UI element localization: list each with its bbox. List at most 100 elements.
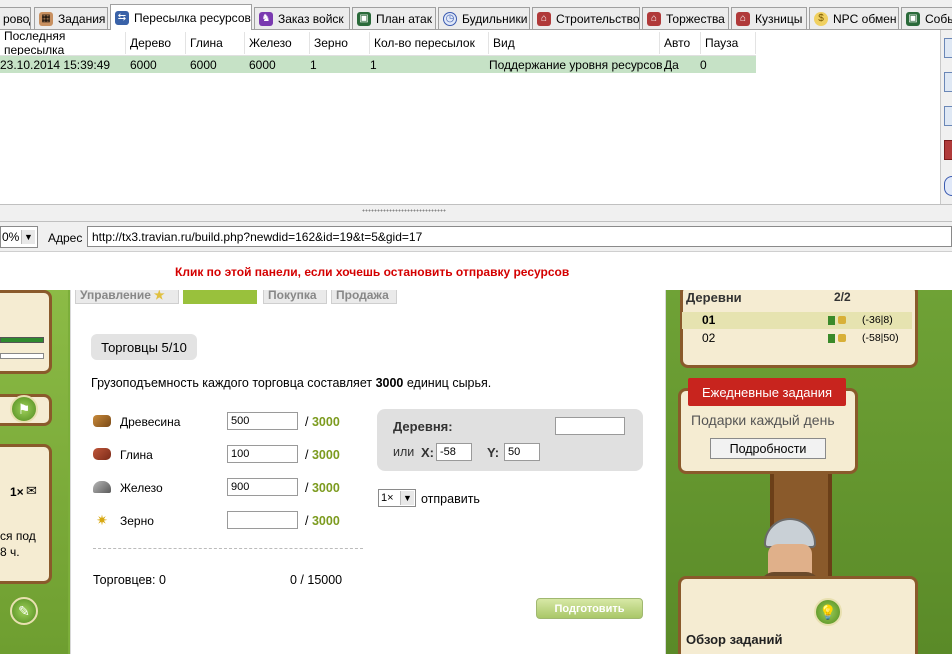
address-label: Адрес (48, 231, 83, 245)
village-name: 02 (702, 331, 716, 345)
iron-icon (93, 481, 111, 493)
cell-clay: 6000 (190, 57, 217, 72)
column-header-iron[interactable]: Железо (245, 32, 310, 54)
left-text-line2: 8 ч. (0, 545, 20, 559)
cell-auto: Да (664, 57, 679, 72)
panel-icon[interactable] (944, 106, 952, 126)
tab-route[interactable]: ровод (0, 7, 31, 29)
daily-tasks-ribbon[interactable]: Ежедневные задания (688, 378, 846, 406)
building-icon[interactable] (944, 140, 952, 160)
quests-overview-title[interactable]: Обзор заданий (686, 632, 782, 647)
tab-management[interactable]: Управление ★ (75, 290, 179, 304)
flag-icon (828, 316, 835, 325)
times-value: 1× (381, 492, 394, 504)
message-badge: 1× (10, 485, 24, 499)
traders-count: Торговцев: 0 (93, 573, 166, 587)
capacity-prefix: Грузоподъемность каждого торговца состав… (91, 376, 376, 390)
tab-label: ровод (3, 11, 30, 26)
cell-type: Поддержание уровня ресурсов (489, 57, 663, 72)
cell-pause: 0 (700, 57, 707, 72)
star-icon: ★ (153, 290, 165, 302)
tab-send-resources[interactable] (183, 290, 257, 304)
tab-smithies[interactable]: ⌂ Кузницы (731, 7, 807, 29)
max-value: 3000 (311, 481, 340, 495)
tab-buy[interactable]: Покупка (263, 290, 327, 304)
crop-icon: ✷ (96, 512, 108, 528)
max-value: 3000 (311, 415, 340, 429)
divider (93, 548, 363, 549)
crop-max[interactable]: / 3000 (305, 514, 340, 528)
clay-amount-input[interactable] (227, 445, 298, 463)
crown-icon (838, 334, 846, 342)
tab-label: План атак (376, 11, 432, 26)
flag-icon[interactable]: ⚑ (10, 395, 38, 423)
celebration-icon: ⌂ (647, 11, 661, 26)
x-label: X: (421, 445, 434, 460)
flag-icon (828, 334, 835, 343)
tab-celebrations[interactable]: ⌂ Торжества (642, 7, 729, 29)
village-name-input[interactable] (555, 417, 625, 435)
village-coords: (-58|50) (862, 332, 899, 344)
column-header-clay[interactable]: Глина (186, 32, 245, 54)
splitter[interactable] (0, 204, 952, 222)
column-header-auto[interactable]: Авто (660, 32, 701, 54)
wood-max[interactable]: / 3000 (305, 415, 340, 429)
send-label: отправить (421, 492, 480, 506)
details-button[interactable]: Подробности (710, 438, 826, 459)
splitter-grip[interactable] (362, 209, 446, 212)
left-panel-messages: 1× ✉ ся под 8 ч. (0, 444, 52, 584)
panel-icon[interactable] (944, 72, 952, 92)
tab-label: Будильники (462, 11, 528, 26)
chevron-down-icon[interactable]: ▼ (21, 230, 35, 244)
column-header-wood[interactable]: Дерево (126, 32, 186, 54)
tab-label: Задания (58, 11, 106, 26)
crop-amount-input[interactable] (227, 511, 298, 529)
tab-npc-exchange[interactable]: $ NPC обмен (809, 7, 899, 29)
send-times-select[interactable]: 1× ▼ (378, 489, 416, 507)
gear-icon[interactable] (944, 176, 952, 196)
village-item-02[interactable]: 02 (-58|50) (682, 330, 912, 347)
y-label: Y: (487, 445, 500, 460)
column-header-last-transfer[interactable]: Последняя пересылка (0, 29, 126, 57)
chevron-down-icon[interactable]: ▼ (400, 491, 414, 505)
panel-icon[interactable] (944, 38, 952, 58)
capacity-value: 3000 (375, 376, 404, 390)
clay-icon (93, 448, 111, 460)
x-coordinate-input[interactable] (436, 443, 472, 461)
prepare-button[interactable]: Подготовить (536, 598, 643, 619)
tab-alarms[interactable]: ◷ Будильники (438, 7, 530, 29)
y-coordinate-input[interactable] (504, 443, 540, 461)
pencil-icon[interactable]: ✎ (10, 597, 38, 625)
clay-max[interactable]: / 3000 (305, 448, 340, 462)
zoom-select[interactable]: 0% ▼ (0, 226, 38, 248)
tab-construction[interactable]: ⌂ Строительство (532, 7, 640, 29)
tab-sell[interactable]: Продажа (331, 290, 397, 304)
smithy-icon: ⌂ (736, 11, 750, 26)
stop-transfer-panel[interactable]: Клик по этой панели, если хочешь останов… (0, 252, 952, 290)
wood-icon (93, 415, 111, 427)
resource-name: Зерно (120, 514, 154, 528)
address-input[interactable] (87, 226, 952, 247)
column-header-transfer-count[interactable]: Кол-во пересылок (370, 32, 489, 54)
column-header-type[interactable]: Вид (489, 32, 660, 54)
progress-bar (0, 337, 44, 343)
village-item-01[interactable]: 01 (-36|8) (682, 312, 912, 329)
tab-resource-transfer[interactable]: ⇆ Пересылка ресурсов (110, 4, 252, 30)
iron-amount-input[interactable] (227, 478, 298, 496)
tab-events[interactable]: ▣ Собы (901, 7, 952, 29)
wood-amount-input[interactable] (227, 412, 298, 430)
marketplace-content: Управление ★ Покупка Продажа Торговцы 5/… (70, 290, 666, 654)
tab-troop-order[interactable]: ♞ Заказ войск (254, 7, 350, 29)
column-header-crop[interactable]: Зерно (310, 32, 370, 54)
cell-transfer-count: 1 (370, 57, 377, 72)
iron-max[interactable]: / 3000 (305, 481, 340, 495)
lightbulb-icon[interactable]: 💡 (814, 598, 842, 626)
tab-tasks[interactable]: ▦ Задания (34, 7, 108, 29)
resource-name: Глина (120, 448, 153, 462)
tab-label: Заказ войск (278, 11, 344, 26)
envelope-icon[interactable]: ✉ (26, 483, 37, 499)
tab-attack-plan[interactable]: ▣ План атак (352, 7, 436, 29)
column-header-pause[interactable]: Пауза (701, 32, 756, 54)
target-village-box: Деревня: или X: Y: (377, 409, 643, 471)
merchants-count: Торговцы 5/10 (91, 334, 197, 360)
